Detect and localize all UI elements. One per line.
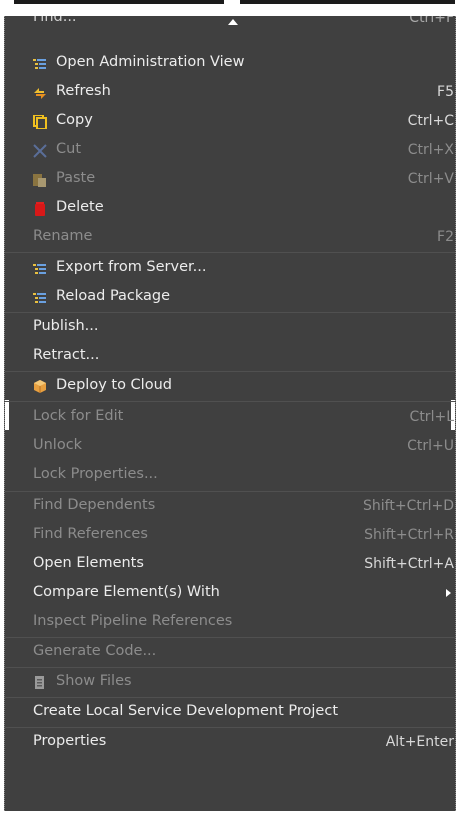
paste-icon	[32, 172, 48, 187]
menu-item-label: Show Files	[56, 673, 132, 689]
menu-item-unlock[interactable]: Unlock Ctrl+U	[5, 431, 455, 460]
scroll-up-arrow-icon	[228, 19, 238, 25]
menu-item-find-dependents[interactable]: Find Dependents Shift+Ctrl+D	[5, 491, 455, 520]
menu-item-label: Inspect Pipeline References	[33, 613, 233, 629]
menu-item-label: Lock Properties...	[33, 466, 158, 482]
menu-item-label: Rename	[33, 228, 93, 244]
menu-item-label: Paste	[56, 170, 96, 186]
context-menu: Find... Ctrl+F Open Administration View	[4, 16, 456, 811]
menu-item-label: Delete	[56, 199, 104, 215]
menu-item-label: Properties	[33, 733, 107, 749]
cutoff-text-right	[240, 0, 455, 4]
menu-item-label: Retract...	[33, 347, 100, 363]
menu-item-shortcut: Ctrl+C	[407, 113, 454, 129]
menu-item-label: Create Local Service Development Project	[33, 703, 339, 719]
menu-item-generate-code[interactable]: Generate Code...	[5, 637, 455, 666]
submenu-arrow-icon	[446, 589, 451, 597]
menu-item-label: Lock for Edit	[33, 408, 124, 424]
menu-item-label: Find Dependents	[33, 497, 156, 513]
menu-item-label: Unlock	[33, 437, 83, 453]
reload-package-icon	[32, 290, 48, 304]
menu-item-create-local-service-project[interactable]: Create Local Service Development Project	[5, 697, 455, 726]
menu-item-label: Reload Package	[56, 288, 171, 304]
export-icon	[32, 261, 48, 275]
menu-item-shortcut: Shift+Ctrl+A	[364, 556, 454, 572]
menu-item-label: Deploy to Cloud	[56, 377, 172, 393]
top-strip	[0, 0, 457, 16]
menu-item-refresh[interactable]: Refresh F5	[5, 77, 455, 106]
menu-item-label: Cut	[56, 141, 81, 157]
menu-item-retract[interactable]: Retract...	[5, 341, 455, 370]
menu-item-shortcut: Ctrl+L	[409, 409, 454, 425]
menu-item-label: Generate Code...	[33, 643, 157, 659]
menu-item-reload-package[interactable]: Reload Package	[5, 282, 455, 311]
menu-item-cut[interactable]: Cut Ctrl+X	[5, 135, 455, 164]
menu-item-paste[interactable]: Paste Ctrl+V	[5, 164, 455, 193]
copy-icon	[32, 114, 48, 130]
menu-item-label: Find References	[33, 526, 148, 542]
menu-item-publish[interactable]: Publish...	[5, 312, 455, 341]
cloud-deploy-icon	[32, 379, 48, 393]
menu-item-label: Copy	[56, 112, 93, 128]
scroll-up-button[interactable]	[5, 16, 455, 30]
menu-item-rename[interactable]: Rename F2	[5, 222, 455, 251]
menu-item-shortcut: F2	[437, 229, 454, 245]
menu-item-delete[interactable]: Delete	[5, 193, 455, 222]
menu-item-shortcut: Shift+Ctrl+D	[363, 498, 454, 514]
menu-item-shortcut: Ctrl+X	[407, 142, 454, 158]
menu-item-shortcut: Alt+Enter	[385, 734, 454, 750]
menu-item-show-files[interactable]: Show Files	[5, 667, 455, 696]
menu-item-shortcut: F5	[437, 84, 454, 100]
cutoff-text-left	[14, 0, 224, 4]
menu-item-shortcut: Ctrl+U	[407, 438, 454, 454]
menu-item-copy[interactable]: Copy Ctrl+C	[5, 106, 455, 135]
menu-item-find-references[interactable]: Find References Shift+Ctrl+R	[5, 520, 455, 549]
menu-item-label: Compare Element(s) With	[33, 584, 220, 600]
menu-item-label: Publish...	[33, 318, 99, 334]
menu-item-properties[interactable]: Properties Alt+Enter	[5, 727, 455, 756]
menu-item-label: Open Administration View	[56, 54, 245, 70]
refresh-icon	[32, 85, 48, 99]
menu-item-label: Open Elements	[33, 555, 144, 571]
menu-item-compare-elements-with[interactable]: Compare Element(s) With	[5, 578, 455, 607]
menu-item-shortcut: Shift+Ctrl+R	[364, 527, 454, 543]
menu-item-label: Export from Server...	[56, 259, 207, 275]
admin-view-icon	[32, 56, 48, 70]
menu-item-shortcut: Ctrl+V	[407, 171, 454, 187]
show-files-icon	[32, 675, 48, 689]
menu-item-lock-for-edit[interactable]: Lock for Edit Ctrl+L	[5, 402, 455, 431]
menu-item-deploy-to-cloud[interactable]: Deploy to Cloud	[5, 371, 455, 400]
menu-item-lock-properties[interactable]: Lock Properties...	[5, 460, 455, 489]
menu-item-open-administration-view[interactable]: Open Administration View	[5, 48, 455, 77]
menu-item-open-elements[interactable]: Open Elements Shift+Ctrl+A	[5, 549, 455, 578]
menu-item-inspect-pipeline-references[interactable]: Inspect Pipeline References	[5, 607, 455, 636]
menu-item-label: Refresh	[56, 83, 111, 99]
delete-icon	[32, 201, 48, 216]
menu-item-export-from-server[interactable]: Export from Server...	[5, 253, 455, 282]
cut-icon	[32, 143, 48, 158]
